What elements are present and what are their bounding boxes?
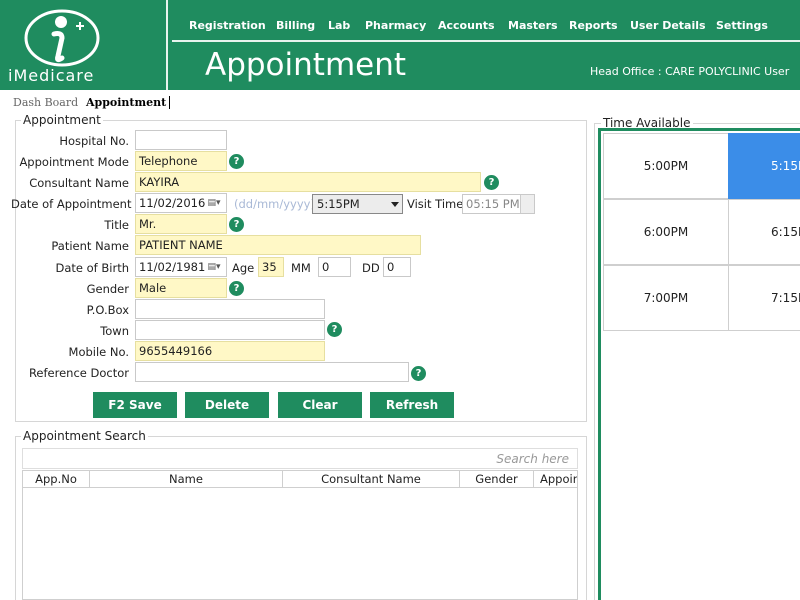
appointment-legend: Appointment <box>21 113 103 127</box>
help-icon[interactable]: ? <box>229 154 244 169</box>
visit-time-label: Visit Time <box>407 197 464 211</box>
time-slot[interactable]: 6:00PM <box>603 199 729 265</box>
col-name[interactable]: Name <box>90 471 283 488</box>
save-button[interactable]: F2 Save <box>93 392 177 418</box>
col-gender[interactable]: Gender <box>460 471 534 488</box>
nav-settings[interactable]: Settings <box>716 19 768 32</box>
nav-accounts[interactable]: Accounts <box>438 19 495 32</box>
breadcrumb-appointment[interactable]: Appointment <box>86 96 171 109</box>
page-title: Appointment <box>205 47 407 83</box>
nav-masters[interactable]: Masters <box>508 19 558 32</box>
calendar-icon[interactable]: ▤▾ <box>201 257 227 277</box>
help-icon[interactable]: ? <box>229 217 244 232</box>
chevron-down-icon <box>391 202 399 207</box>
grid-header: App.No Name Consultant Name Gender Appoi… <box>23 471 577 488</box>
nav-user-details[interactable]: User Details <box>630 19 706 32</box>
nav-lab[interactable]: Lab <box>328 19 350 32</box>
logo-text: iMedicare <box>8 66 95 85</box>
mobile-no-label: Mobile No. <box>68 345 129 359</box>
app-header: iMedicare Registration Billing Lab Pharm… <box>0 0 800 90</box>
age-field[interactable]: 35 <box>258 257 284 277</box>
date-of-appointment-label: Date of Appointment <box>11 197 132 211</box>
nav-pharmacy[interactable]: Pharmacy <box>365 19 426 32</box>
delete-button[interactable]: Delete <box>185 392 269 418</box>
dd-field[interactable]: 0 <box>383 257 411 277</box>
age-label: Age <box>232 261 255 275</box>
patient-name-field[interactable]: PATIENT NAME <box>135 235 421 255</box>
consultant-name-label: Consultant Name <box>29 176 129 190</box>
calendar-icon[interactable]: ▤▾ <box>201 193 227 213</box>
refresh-button[interactable]: Refresh <box>370 392 454 418</box>
col-appointment[interactable]: Appoin <box>534 471 577 488</box>
appointment-mode-field[interactable]: Telephone <box>135 151 227 171</box>
head-office-label: Head Office : CARE POLYCLINIC User <box>590 65 790 78</box>
gender-field[interactable]: Male <box>135 278 227 298</box>
po-box-input[interactable] <box>135 299 325 319</box>
clear-button[interactable]: Clear <box>278 392 362 418</box>
time-slot-panel: 5:00PM 5:15P 6:00PM 6:15P 7:00PM 7:15P <box>598 128 800 600</box>
search-input[interactable]: Search here <box>22 448 578 469</box>
mobile-no-field[interactable]: 9655449166 <box>135 341 325 361</box>
po-box-label: P.O.Box <box>86 303 129 317</box>
date-format-hint: (dd/mm/yyyy) <box>234 197 315 211</box>
patient-name-label: Patient Name <box>51 239 129 253</box>
nav-billing[interactable]: Billing <box>276 19 315 32</box>
col-app-no[interactable]: App.No <box>23 471 90 488</box>
imedicare-logo-icon <box>24 9 100 67</box>
hospital-no-label: Hospital No. <box>59 134 129 148</box>
help-icon[interactable]: ? <box>229 281 244 296</box>
time-slot-selected[interactable]: 5:15P <box>728 133 800 199</box>
mm-field[interactable]: 0 <box>318 257 351 277</box>
spin-down-icon[interactable] <box>520 204 534 213</box>
breadcrumb-dashboard[interactable]: Dash Board <box>13 96 78 109</box>
appointment-mode-label: Appointment Mode <box>19 155 129 169</box>
time-slot[interactable]: 7:15P <box>728 265 800 331</box>
town-label: Town <box>100 324 129 338</box>
gender-label: Gender <box>86 282 129 296</box>
consultant-name-field[interactable]: KAYIRA <box>135 172 481 192</box>
title-label: Title <box>104 218 129 232</box>
time-slot[interactable]: 5:00PM <box>603 133 729 199</box>
dd-label: DD <box>362 261 380 275</box>
appointment-time-select[interactable]: 5:15PM <box>312 194 403 214</box>
help-icon[interactable]: ? <box>411 366 426 381</box>
reference-doctor-input[interactable] <box>135 362 409 382</box>
search-placeholder: Search here <box>496 452 569 466</box>
nav-registration[interactable]: Registration <box>189 19 266 32</box>
title-field[interactable]: Mr. <box>135 214 227 234</box>
help-icon[interactable]: ? <box>484 175 499 190</box>
col-consultant-name[interactable]: Consultant Name <box>283 471 460 488</box>
town-input[interactable] <box>135 320 325 340</box>
spin-up-icon[interactable] <box>520 195 534 204</box>
help-icon[interactable]: ? <box>327 322 342 337</box>
breadcrumb: Dash Board Appointment <box>0 91 800 113</box>
appointment-search-legend: Appointment Search <box>21 429 148 443</box>
appointment-time-value: 5:15PM <box>317 197 360 211</box>
reference-doctor-label: Reference Doctor <box>28 366 129 380</box>
time-slot[interactable]: 7:00PM <box>603 265 729 331</box>
visit-time-value: 05:15 PM <box>466 197 520 211</box>
visit-time-spinner[interactable]: 05:15 PM <box>462 194 535 214</box>
hospital-no-input[interactable] <box>135 130 227 150</box>
mm-label: MM <box>291 261 311 275</box>
appointment-grid[interactable]: App.No Name Consultant Name Gender Appoi… <box>22 470 578 600</box>
date-of-birth-label: Date of Birth <box>55 261 130 275</box>
time-slot[interactable]: 6:15P <box>728 199 800 265</box>
nav-reports[interactable]: Reports <box>569 19 618 32</box>
logo[interactable]: iMedicare <box>0 0 168 90</box>
main-nav: Registration Billing Lab Pharmacy Accoun… <box>172 10 800 42</box>
